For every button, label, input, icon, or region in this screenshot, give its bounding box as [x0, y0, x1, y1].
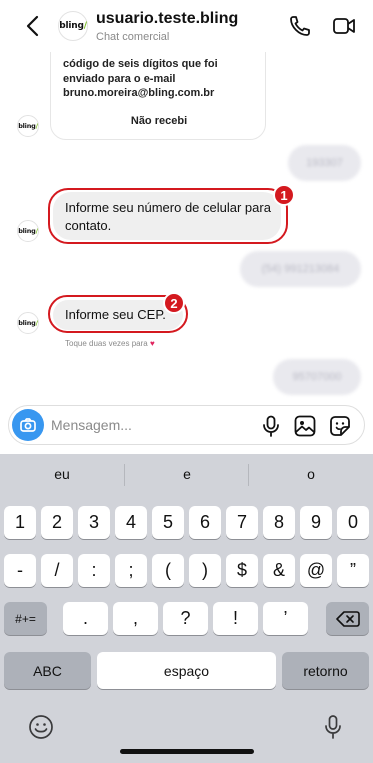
key-apostrophe[interactable]: ’: [263, 602, 308, 635]
suggestion-eu[interactable]: eu: [0, 466, 124, 482]
key-4[interactable]: 4: [115, 506, 147, 539]
bling-logo: bling/: [18, 122, 38, 130]
verification-card: código de seis dígitos que foi enviado p…: [50, 52, 266, 140]
key-dollar[interactable]: $: [226, 554, 258, 587]
avatar[interactable]: bling/: [17, 312, 39, 334]
outgoing-message[interactable]: 95707000: [273, 359, 361, 395]
key-2[interactable]: 2: [41, 506, 73, 539]
keyboard: eu e o 1 2 3 4 5 6 7 8 9 0 - / : ; ( ) $…: [0, 454, 373, 763]
card-text: código de seis dígitos que foi enviado p…: [63, 58, 218, 99]
key-3[interactable]: 3: [78, 506, 110, 539]
heart-icon: ♥: [149, 339, 155, 348]
key-6[interactable]: 6: [189, 506, 221, 539]
key-hyphen[interactable]: -: [4, 554, 36, 587]
key-exclamation[interactable]: !: [213, 602, 258, 635]
key-question[interactable]: ?: [163, 602, 208, 635]
key-7[interactable]: 7: [226, 506, 258, 539]
key-open-paren[interactable]: (: [152, 554, 184, 587]
message-composer: [8, 405, 365, 445]
nao-recebi-button[interactable]: Não recebi: [51, 115, 267, 127]
return-key[interactable]: retorno: [282, 652, 369, 689]
key-colon[interactable]: :: [78, 554, 110, 587]
symbols-shift-key[interactable]: #+=: [4, 602, 47, 635]
key-1[interactable]: 1: [4, 506, 36, 539]
suggestion-e[interactable]: e: [125, 466, 249, 482]
key-comma[interactable]: ,: [113, 602, 158, 635]
key-at[interactable]: @: [300, 554, 332, 587]
emoji-icon[interactable]: [28, 714, 54, 740]
message-input[interactable]: [51, 415, 211, 435]
camera-button[interactable]: [12, 409, 44, 441]
dictation-mic-icon[interactable]: [320, 714, 346, 740]
chat-header: bling/ usuario.teste.bling Chat comercia…: [0, 0, 373, 52]
key-slash[interactable]: /: [41, 554, 73, 587]
home-indicator[interactable]: [120, 749, 254, 754]
camera-icon: [20, 418, 36, 432]
page-title[interactable]: usuario.teste.bling: [96, 10, 238, 28]
bling-logo: bling/: [18, 319, 38, 327]
annotation-badge: 2: [163, 292, 185, 314]
avatar[interactable]: bling/: [17, 115, 39, 137]
double-tap-hint: Toque duas vezes para ♥: [65, 339, 155, 348]
annotation-badge: 1: [273, 184, 295, 206]
image-icon[interactable]: [293, 414, 317, 438]
key-0[interactable]: 0: [337, 506, 369, 539]
delete-key[interactable]: [326, 602, 369, 635]
key-quote[interactable]: ”: [337, 554, 369, 587]
key-8[interactable]: 8: [263, 506, 295, 539]
key-ampersand[interactable]: &: [263, 554, 295, 587]
avatar[interactable]: bling/: [17, 220, 39, 242]
abc-key[interactable]: ABC: [4, 652, 91, 689]
back-icon[interactable]: [22, 14, 44, 38]
key-5[interactable]: 5: [152, 506, 184, 539]
phone-icon[interactable]: [288, 14, 312, 38]
key-9[interactable]: 9: [300, 506, 332, 539]
sticker-icon[interactable]: [328, 414, 352, 438]
suggestion-o[interactable]: o: [249, 466, 373, 482]
video-call-icon[interactable]: [332, 14, 356, 38]
microphone-icon[interactable]: [259, 414, 283, 438]
key-semicolon[interactable]: ;: [115, 554, 147, 587]
delete-icon: [335, 610, 360, 627]
space-key[interactable]: espaço: [97, 652, 276, 689]
avatar[interactable]: bling/: [58, 11, 88, 41]
message-thread[interactable]: código de seis dígitos que foi enviado p…: [0, 52, 373, 402]
bling-logo: bling/: [18, 227, 38, 235]
outgoing-message[interactable]: 193307: [288, 145, 361, 181]
outgoing-message[interactable]: (54) 991213084: [240, 251, 361, 287]
bling-logo: bling/: [59, 21, 87, 31]
suggestion-bar: eu e o: [0, 454, 373, 496]
page-subtitle: Chat comercial: [96, 31, 170, 43]
key-close-paren[interactable]: ): [189, 554, 221, 587]
key-period[interactable]: .: [63, 602, 108, 635]
highlight-box: [48, 188, 288, 244]
